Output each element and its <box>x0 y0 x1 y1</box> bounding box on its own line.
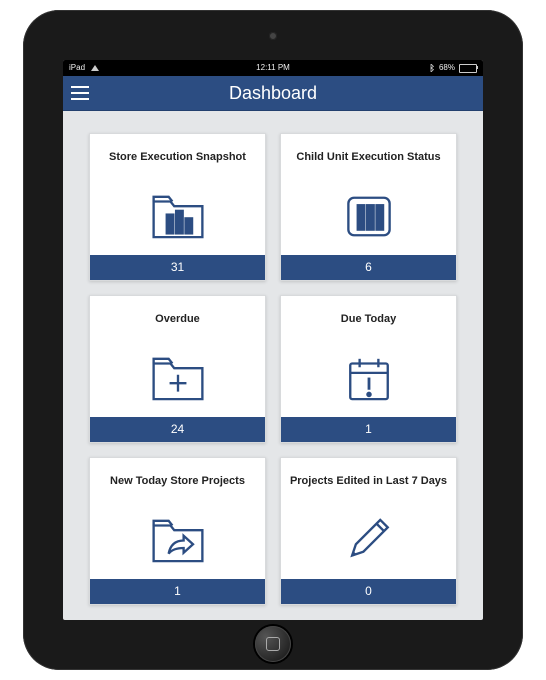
navbar: Dashboard <box>63 76 483 111</box>
tile-new-today-store-projects[interactable]: New Today Store Projects 1 <box>89 457 266 605</box>
ipad-screen: iPad 12:11 PM 68% Dashboard <box>63 60 483 620</box>
menu-button[interactable] <box>63 76 97 110</box>
page-title: Dashboard <box>229 76 317 110</box>
tile-title: Store Execution Snapshot <box>90 134 265 178</box>
tile-overdue[interactable]: Overdue 24 <box>89 295 266 443</box>
status-bar: iPad 12:11 PM 68% <box>63 60 483 76</box>
ipad-home-button[interactable] <box>255 626 291 662</box>
folder-plus-icon <box>90 340 265 417</box>
ipad-frame: iPad 12:11 PM 68% Dashboard <box>23 10 523 670</box>
calendar-alert-icon <box>281 340 456 417</box>
bars-icon <box>281 178 456 255</box>
tile-store-execution-snapshot[interactable]: Store Execution Snapshot 31 <box>89 133 266 281</box>
carrier-label: iPad <box>69 63 85 72</box>
pencil-icon <box>281 502 456 579</box>
bluetooth-icon <box>427 64 435 72</box>
battery-percent: 68% <box>439 60 455 76</box>
status-bar-left: iPad <box>69 60 99 76</box>
tile-child-unit-execution-status[interactable]: Child Unit Execution Status 6 <box>280 133 457 281</box>
tile-title: New Today Store Projects <box>90 458 265 502</box>
tile-count: 0 <box>281 579 456 604</box>
tile-title: Projects Edited in Last 7 Days <box>281 458 456 502</box>
tile-count: 6 <box>281 255 456 280</box>
tile-title: Child Unit Execution Status <box>281 134 456 178</box>
tile-count: 24 <box>90 417 265 442</box>
tile-title: Overdue <box>90 296 265 340</box>
tile-count: 31 <box>90 255 265 280</box>
battery-icon <box>459 64 477 73</box>
tile-projects-edited-last-7-days[interactable]: Projects Edited in Last 7 Days 0 <box>280 457 457 605</box>
status-bar-time: 12:11 PM <box>256 60 290 76</box>
status-bar-right: 68% <box>427 60 477 76</box>
folder-bars-icon <box>90 178 265 255</box>
dashboard-tiles: Store Execution Snapshot 31 Child Unit <box>63 111 483 620</box>
ipad-camera <box>269 32 277 40</box>
folder-arrow-icon <box>90 502 265 579</box>
tile-count: 1 <box>90 579 265 604</box>
tile-count: 1 <box>281 417 456 442</box>
wifi-icon <box>91 65 99 71</box>
tile-title: Due Today <box>281 296 456 340</box>
tile-due-today[interactable]: Due Today 1 <box>280 295 457 443</box>
